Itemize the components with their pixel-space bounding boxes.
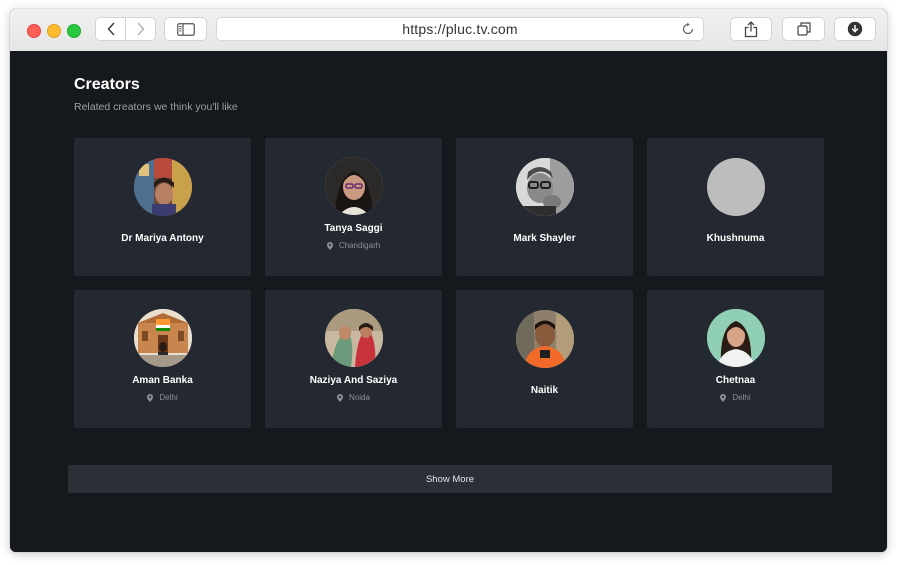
creator-card[interactable]: Dr Mariya Antony — [74, 138, 251, 276]
creator-name: Khushnuma — [706, 233, 765, 244]
location-pin-icon — [337, 393, 344, 402]
address-bar[interactable]: https://pluc.tv.com — [216, 17, 704, 41]
location-text: Delhi — [732, 393, 751, 402]
creators-grid: Dr Mariya Antony Tanya Saggi Chandigarh … — [74, 138, 824, 428]
section-subtitle: Related creators we think you'll like — [74, 101, 238, 113]
avatar[interactable] — [515, 158, 574, 216]
avatar[interactable] — [706, 309, 765, 367]
avatar[interactable] — [133, 158, 192, 216]
downloads-button[interactable] — [834, 17, 876, 41]
creator-name: Mark Shayler — [513, 233, 576, 244]
avatar-placeholder[interactable] — [706, 158, 765, 216]
browser-toolbar: https://pluc.tv.com — [10, 9, 887, 52]
creator-card[interactable]: Khushnuma — [647, 138, 824, 276]
creator-card[interactable]: Naziya And Saziya Noida — [265, 290, 442, 428]
creator-card[interactable]: Aman Banka Delhi — [74, 290, 251, 428]
location-text: Noida — [349, 393, 370, 402]
sidebar-icon — [176, 22, 195, 36]
creator-name: Tanya Saggi — [324, 223, 383, 234]
creator-card[interactable]: Tanya Saggi Chandigarh — [265, 138, 442, 276]
avatar[interactable] — [324, 157, 383, 215]
reload-icon[interactable] — [681, 22, 695, 41]
creator-name: Naziya And Saziya — [309, 375, 398, 386]
section-title: Creators — [74, 76, 140, 93]
maximize-window-button[interactable] — [67, 24, 81, 38]
location-pin-icon — [147, 393, 154, 402]
avatar[interactable] — [324, 309, 383, 367]
page-content: Creators Related creators we think you'l… — [10, 51, 887, 552]
creator-name: Aman Banka — [132, 375, 193, 386]
location-text: Chandigarh — [338, 241, 381, 250]
creator-card[interactable]: Mark Shayler — [456, 138, 633, 276]
browser-window: https://pluc.tv.com Creators Related cre… — [10, 9, 887, 552]
location-text: Delhi — [159, 393, 178, 402]
tabs-icon — [796, 22, 811, 36]
chevron-right-icon — [137, 22, 144, 36]
share-icon — [744, 20, 758, 37]
show-more-button[interactable]: Show More — [68, 465, 832, 493]
tab-overview-button[interactable] — [782, 17, 825, 41]
creator-name: Naitik — [530, 385, 559, 396]
avatar[interactable] — [133, 309, 192, 367]
share-button[interactable] — [730, 17, 772, 41]
chevron-left-icon — [107, 22, 114, 36]
forward-button[interactable] — [125, 17, 156, 41]
creator-name: Dr Mariya Antony — [121, 233, 204, 244]
creator-location: Delhi — [147, 393, 178, 402]
back-button[interactable] — [95, 17, 126, 41]
url-text: https://pluc.tv.com — [402, 21, 518, 37]
creator-location: Delhi — [720, 393, 751, 402]
sidebar-toggle-button[interactable] — [164, 17, 207, 41]
creator-name: Chetnaa — [715, 375, 756, 386]
creator-card[interactable]: Chetnaa Delhi — [647, 290, 824, 428]
download-icon — [847, 21, 863, 37]
location-pin-icon — [720, 393, 727, 402]
close-window-button[interactable] — [27, 24, 41, 38]
minimize-window-button[interactable] — [47, 24, 61, 38]
location-pin-icon — [326, 241, 333, 250]
avatar[interactable] — [515, 310, 574, 368]
creator-location: Noida — [337, 393, 370, 402]
creator-location: Chandigarh — [326, 241, 381, 250]
creator-card[interactable]: Naitik — [456, 290, 633, 428]
